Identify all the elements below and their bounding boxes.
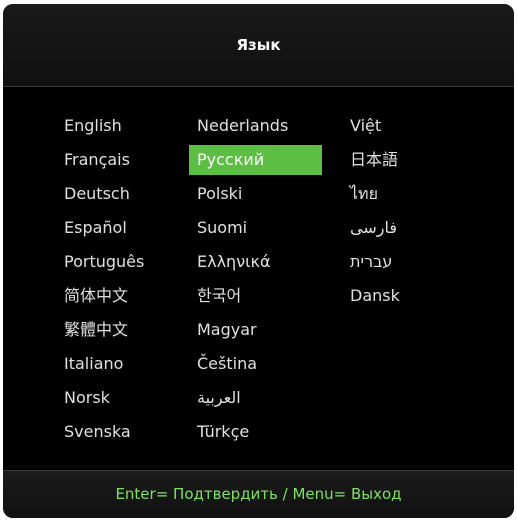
language-option-russian-selected[interactable]: Русский <box>189 142 322 176</box>
language-option-arabic[interactable]: العربية <box>197 380 322 414</box>
language-option-viet[interactable]: Việt <box>350 108 408 142</box>
language-option-suomi[interactable]: Suomi <box>197 210 322 244</box>
language-option-turkce[interactable]: Türkçe <box>197 414 322 448</box>
language-option-english[interactable]: English <box>64 108 152 142</box>
language-grid: English Français Deutsch Español Portugu… <box>3 87 514 471</box>
language-option-svenska[interactable]: Svenska <box>64 414 152 448</box>
language-option-magyar[interactable]: Magyar <box>197 312 322 346</box>
language-option-nederlands[interactable]: Nederlands <box>197 108 322 142</box>
language-option-deutsch[interactable]: Deutsch <box>64 176 152 210</box>
language-column-1: English Français Deutsch Español Portugu… <box>64 108 152 448</box>
language-column-3: Việt 日本語 ไทย فارسی עברית Dansk <box>350 108 408 312</box>
language-option-greek[interactable]: Ελληνικά <box>197 244 322 278</box>
language-option-simplified-chinese[interactable]: 简体中文 <box>64 278 152 312</box>
language-option-korean[interactable]: 한국어 <box>197 278 322 312</box>
language-option-cestina[interactable]: Čeština <box>197 346 322 380</box>
language-option-hebrew[interactable]: עברית <box>350 244 408 278</box>
footer-bar: Enter= Подтвердить / Menu= Выход <box>3 470 514 518</box>
language-option-espanol[interactable]: Español <box>64 210 152 244</box>
footer-hint: Enter= Подтвердить / Menu= Выход <box>115 485 402 503</box>
menu-title: Язык <box>236 36 281 54</box>
language-option-japanese[interactable]: 日本語 <box>350 142 408 176</box>
language-menu: Язык English Français Deutsch Español Po… <box>3 4 514 518</box>
language-option-francais[interactable]: Français <box>64 142 152 176</box>
language-option-norsk[interactable]: Norsk <box>64 380 152 414</box>
language-option-portugues[interactable]: Português <box>64 244 152 278</box>
language-option-farsi[interactable]: فارسی <box>350 210 408 244</box>
language-option-polski[interactable]: Polski <box>197 176 322 210</box>
language-option-italiano[interactable]: Italiano <box>64 346 152 380</box>
title-bar: Язык <box>3 4 514 87</box>
language-option-traditional-chinese[interactable]: 繁體中文 <box>64 312 152 346</box>
language-column-2: Nederlands Русский Polski Suomi Ελληνικά… <box>189 108 322 448</box>
language-option-dansk[interactable]: Dansk <box>350 278 408 312</box>
language-option-thai[interactable]: ไทย <box>350 176 408 210</box>
